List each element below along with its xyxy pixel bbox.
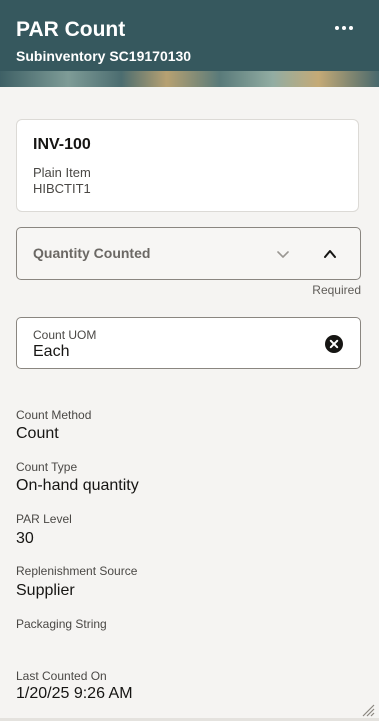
item-code: INV-100 xyxy=(33,136,91,153)
count-method-value: Count xyxy=(16,425,59,442)
last-counted-value: 1/20/25 9:26 AM xyxy=(16,685,133,702)
count-type-label: Count Type xyxy=(16,460,78,474)
item-secondary-id: HIBCTIT1 xyxy=(33,181,91,196)
chevron-down-icon[interactable] xyxy=(275,246,291,262)
replenishment-source-label: Replenishment Source xyxy=(16,564,138,578)
item-description: Plain Item xyxy=(33,165,91,180)
count-method-label: Count Method xyxy=(16,408,92,422)
replenishment-source-value: Supplier xyxy=(16,582,75,599)
required-hint: Required xyxy=(312,283,361,297)
count-uom-value[interactable]: Each xyxy=(33,343,303,361)
page-title: PAR Count xyxy=(16,18,126,41)
count-uom-field[interactable]: Count UOM Each xyxy=(16,317,361,369)
par-level-label: PAR Level xyxy=(16,512,72,526)
item-card: INV-100 Plain Item HIBCTIT1 xyxy=(16,119,359,212)
resize-handle-icon[interactable] xyxy=(361,703,375,717)
quantity-counted-label: Quantity Counted xyxy=(33,245,151,261)
quantity-counted-field[interactable]: Quantity Counted xyxy=(16,227,361,280)
count-uom-label: Count UOM xyxy=(33,328,97,342)
more-horizontal-icon xyxy=(335,26,353,30)
par-level-value: 30 xyxy=(16,530,34,547)
packaging-string-label: Packaging String xyxy=(16,617,107,631)
last-counted-label: Last Counted On xyxy=(16,669,107,683)
more-options-button[interactable] xyxy=(331,18,357,38)
page-subtitle: Subinventory SC19170130 xyxy=(16,48,192,64)
page-header: PAR Count Subinventory SC19170130 xyxy=(0,0,379,87)
chevron-up-icon[interactable] xyxy=(322,246,338,262)
header-decoration xyxy=(0,71,379,87)
count-type-value: On-hand quantity xyxy=(16,477,139,494)
clear-icon[interactable] xyxy=(325,335,343,353)
